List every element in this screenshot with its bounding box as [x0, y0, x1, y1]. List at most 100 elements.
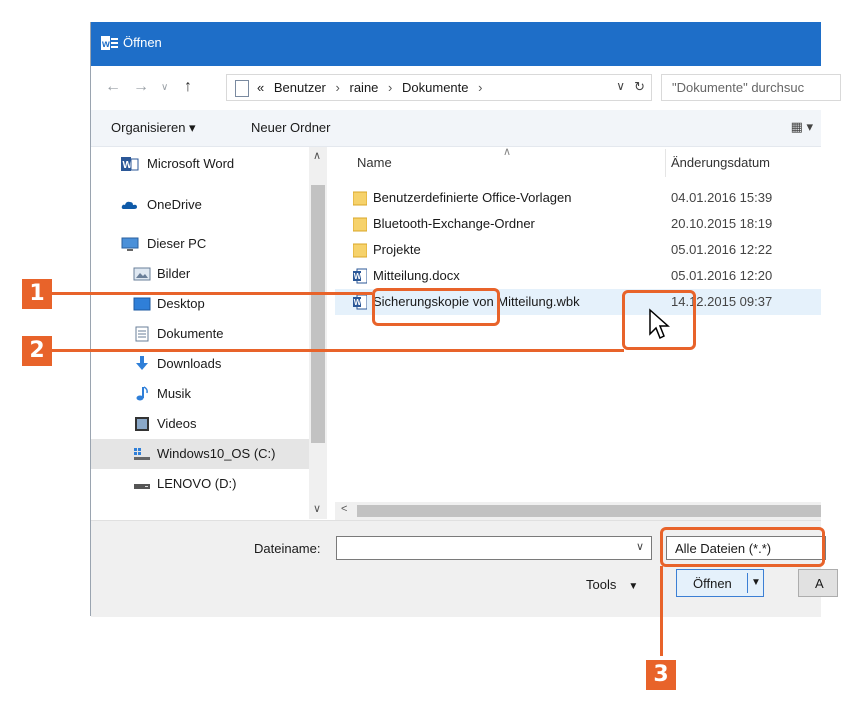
column-date-modified[interactable]: Änderungsdatum [671, 155, 770, 170]
breadcrumb-separator[interactable]: › [336, 80, 340, 95]
nav-item-dokumente[interactable]: Dokumente [91, 319, 309, 349]
mouse-pointer-icon [648, 308, 672, 345]
drive-icon [133, 476, 151, 492]
nav-item-label: LENOVO (D:) [157, 476, 237, 491]
breadcrumb-benutzer[interactable]: Benutzer [274, 80, 326, 95]
computer-icon [121, 236, 139, 252]
music-icon [133, 386, 151, 402]
forward-arrow-icon[interactable]: → [133, 78, 149, 96]
file-name: Benutzerdefinierte Office-Vorlagen [373, 190, 572, 205]
callout-line-2 [50, 349, 624, 352]
column-header: ∧ Name Änderungsdatum [335, 145, 821, 177]
callout-box-3 [660, 527, 825, 567]
nav-item-label: OneDrive [147, 197, 202, 212]
caret-down-icon[interactable]: ▼ [751, 577, 761, 588]
nav-item-microsoft-word[interactable]: W Microsoft Word [91, 149, 309, 179]
nav-item-label: Bilder [157, 266, 191, 281]
drive-icon [133, 446, 151, 462]
filename-label: Dateiname: [254, 541, 321, 556]
address-bar: ← → ∨ ↑ « Benutzer › raine › Dokumente ›… [91, 66, 841, 111]
file-date: 04.01.2016 15:39 [671, 190, 773, 205]
breadcrumb: « Benutzer › raine › Dokumente › [257, 80, 488, 95]
nav-item-bilder[interactable]: Bilder [91, 259, 309, 289]
word-icon: W [121, 156, 139, 172]
nav-item-label: Windows10_OS (C:) [157, 446, 276, 461]
nav-item-lenovo[interactable]: LENOVO (D:) [91, 469, 309, 499]
file-row[interactable]: Benutzerdefinierte Office-Vorlagen 04.01… [335, 185, 821, 211]
filename-input[interactable] [336, 536, 652, 560]
chevron-down-icon[interactable]: ∨ [636, 540, 644, 553]
title-bar: w Öffnen [91, 22, 821, 66]
cancel-button[interactable]: A [798, 569, 838, 597]
open-label: Öffnen [693, 576, 732, 591]
word-icon: w [101, 36, 119, 50]
svg-text:W: W [354, 272, 362, 281]
word-document-icon: W [353, 268, 368, 284]
nav-item-videos[interactable]: Videos [91, 409, 309, 439]
scroll-up-icon[interactable]: ∧ [313, 149, 321, 162]
nav-item-label: Dokumente [157, 326, 224, 341]
up-arrow-icon[interactable]: ↑ [184, 78, 192, 96]
callout-line-1 [50, 292, 372, 295]
breadcrumb-separator[interactable]: › [478, 80, 482, 95]
nav-item-label: Dieser PC [147, 236, 207, 251]
nav-scrollbar[interactable]: ∧ ∨ [309, 147, 327, 519]
file-row[interactable]: W Mitteilung.docx 05.01.2016 12:20 [335, 263, 821, 289]
refresh-icon[interactable]: ↻ [634, 79, 645, 95]
new-folder-button[interactable]: Neuer Ordner [251, 120, 330, 135]
folder-icon [352, 216, 368, 232]
nav-item-label: Musik [157, 386, 191, 401]
callout-badge-3: 3 [646, 660, 676, 690]
tools-label: Tools [586, 577, 617, 592]
navigation-pane: W Microsoft Word OneDrive Dieser PC Bild… [91, 147, 309, 504]
breadcrumb-raine[interactable]: raine [350, 80, 379, 95]
desktop-icon [133, 296, 151, 312]
nav-item-label: Microsoft Word [147, 156, 235, 171]
button-divider [747, 573, 748, 593]
word-document-icon: W [353, 294, 368, 310]
breadcrumb-dokumente[interactable]: Dokumente [402, 80, 468, 95]
breadcrumb-separator[interactable]: › [388, 80, 392, 95]
nav-item-downloads[interactable]: Downloads [91, 349, 309, 379]
file-name: Projekte [373, 242, 421, 257]
back-arrow-icon[interactable]: ← [105, 78, 121, 96]
nav-item-this-pc[interactable]: Dieser PC [91, 229, 309, 259]
file-date: 05.01.2016 12:20 [671, 268, 773, 283]
window-title: Öffnen [123, 35, 162, 50]
scrollbar-thumb[interactable] [311, 185, 325, 443]
caret-down-icon: ▼ [628, 581, 639, 592]
command-toolbar: Organisieren ▾ Neuer Ordner ▦ ▾ [91, 110, 821, 147]
svg-text:W: W [354, 298, 362, 307]
callout-box-1 [372, 288, 500, 326]
sort-ascending-icon[interactable]: ∧ [503, 145, 511, 158]
open-button[interactable]: Öffnen ▼ [676, 569, 764, 597]
breadcrumb-prefix[interactable]: « [257, 80, 264, 95]
chevron-down-icon[interactable]: ∨ [616, 79, 625, 93]
column-name[interactable]: Name [357, 155, 392, 170]
file-row[interactable]: Projekte 05.01.2016 12:22 [335, 237, 821, 263]
search-input[interactable]: "Dokumente" durchsuc [661, 74, 841, 101]
file-list-scrollbar[interactable]: < [335, 502, 821, 520]
recent-locations-icon[interactable]: ∨ [161, 82, 168, 93]
column-divider[interactable] [665, 149, 666, 177]
documents-icon [133, 326, 151, 342]
callout-badge-1: 1 [22, 279, 52, 309]
file-row[interactable]: Bluetooth-Exchange-Ordner 20.10.2015 18:… [335, 211, 821, 237]
address-field[interactable]: « Benutzer › raine › Dokumente › ∨ ↻ [226, 74, 652, 101]
organize-button[interactable]: Organisieren ▾ [111, 120, 196, 136]
folder-icon [352, 242, 368, 258]
file-date: 05.01.2016 12:22 [671, 242, 773, 257]
pictures-icon [133, 266, 151, 282]
download-icon [133, 356, 151, 372]
scroll-left-icon[interactable]: < [341, 503, 347, 515]
tools-menu[interactable]: Tools ▼ [586, 577, 638, 592]
view-options-icon[interactable]: ▦ ▾ [791, 119, 813, 135]
nav-item-onedrive[interactable]: OneDrive [91, 190, 309, 220]
scroll-down-icon[interactable]: ∨ [313, 502, 321, 515]
scrollbar-thumb[interactable] [357, 505, 821, 517]
svg-text:w: w [101, 39, 110, 50]
nav-item-musik[interactable]: Musik [91, 379, 309, 409]
nav-item-windows10-os[interactable]: Windows10_OS (C:) [91, 439, 309, 469]
folder-icon [352, 190, 368, 206]
callout-line-3 [660, 566, 663, 656]
